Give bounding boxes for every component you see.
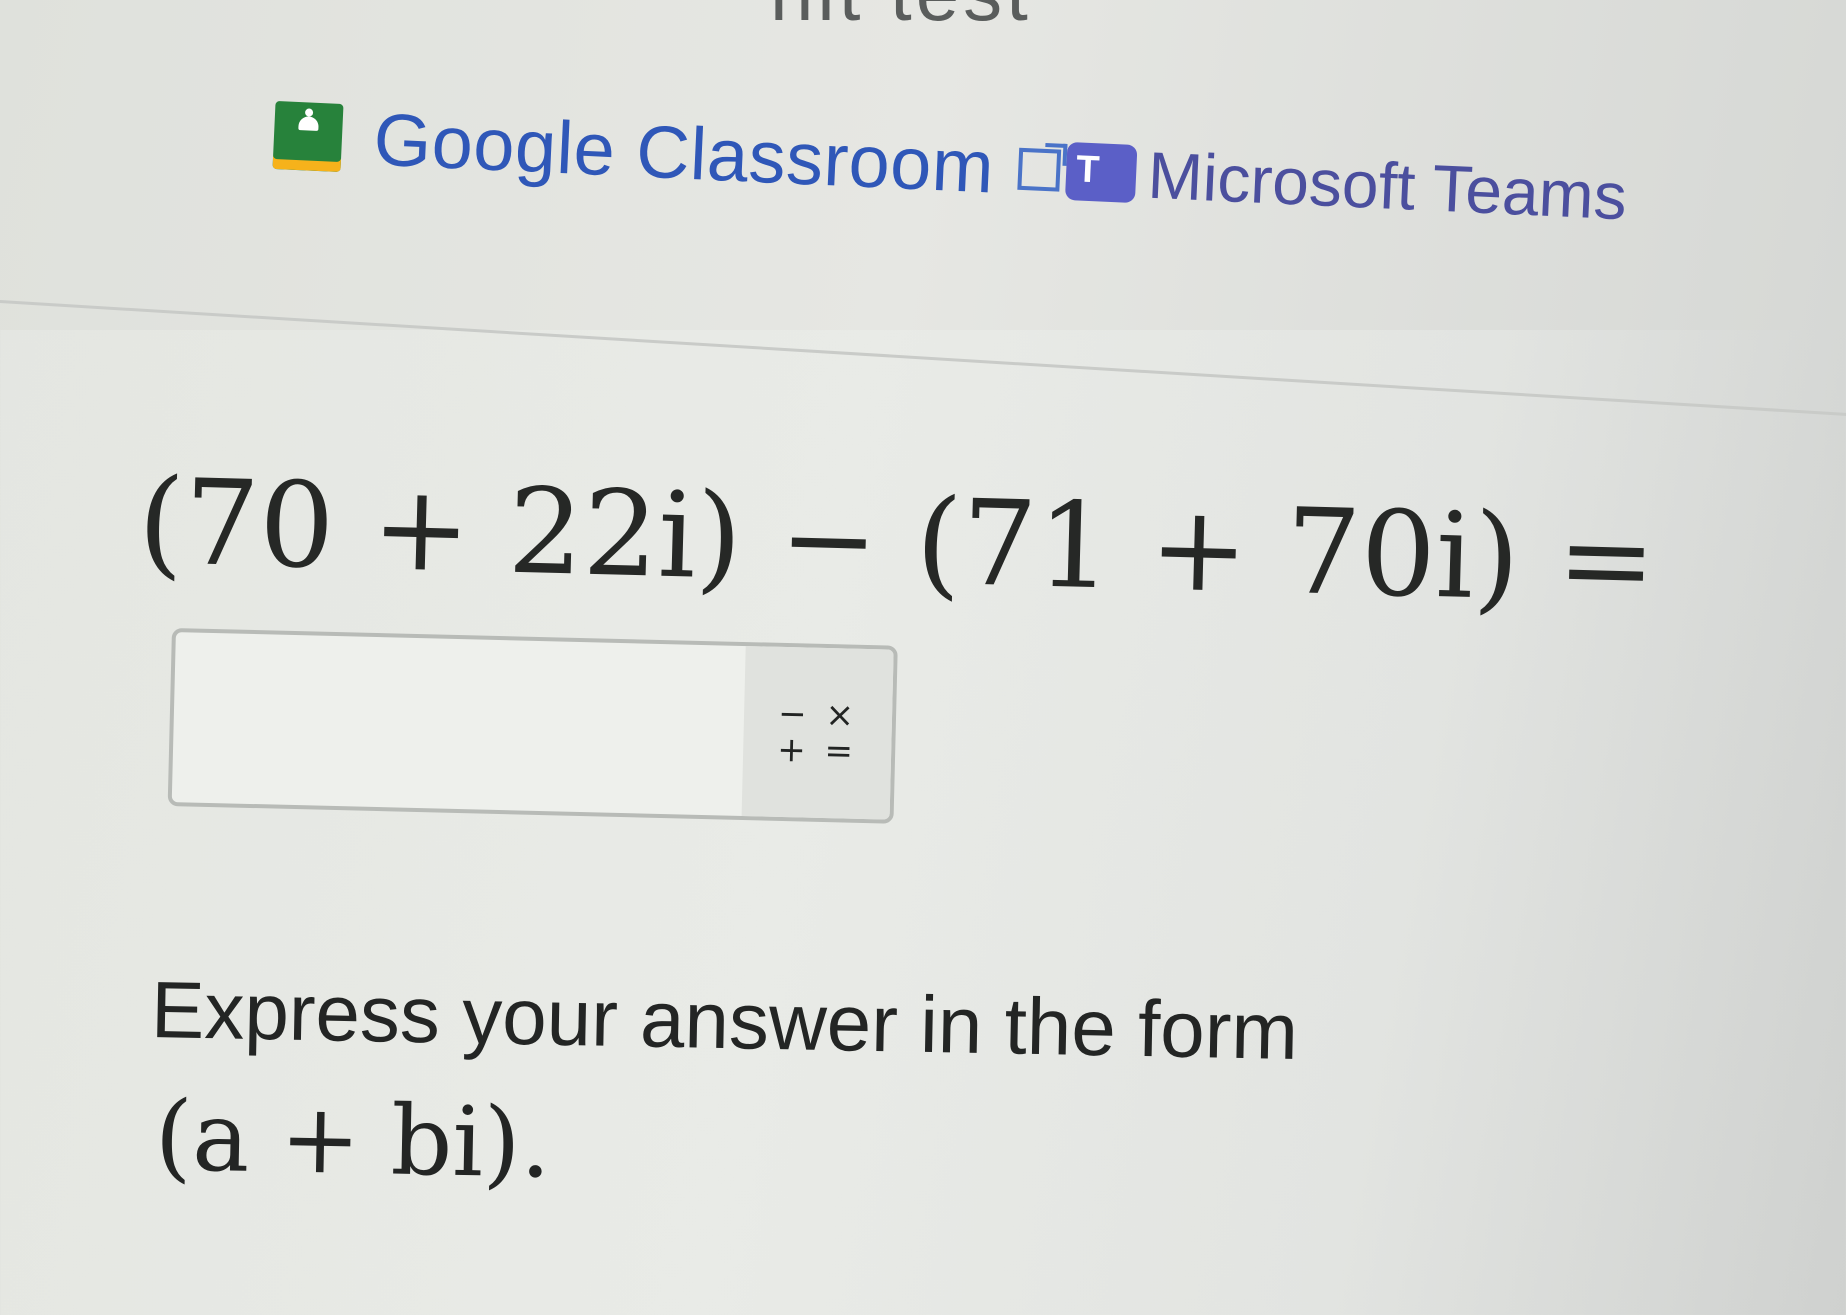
instruction-text: Express your answer in the form <box>150 964 1299 1077</box>
microsoft-teams-button[interactable]: Microsoft Teams <box>1146 136 1628 234</box>
external-link-icon <box>1017 147 1062 192</box>
answer-form-expression: (a + bi). <box>153 1080 553 1200</box>
ops-top: − × <box>777 693 859 736</box>
answer-field[interactable]: − × + = <box>167 628 898 824</box>
google-classroom-icon[interactable] <box>272 100 344 172</box>
answer-input[interactable] <box>171 632 786 817</box>
ops-bottom: + = <box>776 729 858 772</box>
problem-expression: (70 + 22i) − (71 + 70i) = <box>136 452 1658 630</box>
page-title: nit test <box>770 0 1032 39</box>
math-keypad-button[interactable]: − × + = <box>741 646 894 820</box>
microsoft-teams-icon[interactable] <box>1064 141 1138 203</box>
